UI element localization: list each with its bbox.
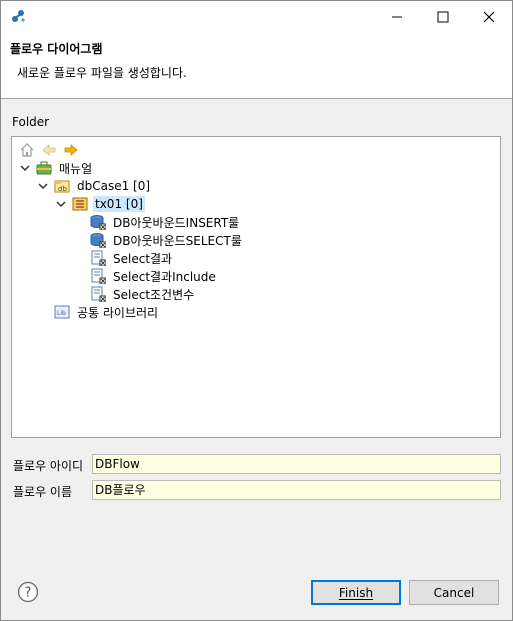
tree-node-manual[interactable]: 매뉴얼 (18, 159, 94, 177)
tree-node-label: 공통 라이브러리 (77, 305, 159, 320)
tree-node-db-select-rule[interactable]: DB아웃바운드SELECT룰 (90, 231, 244, 249)
tree-node-label: tx01 [0] (93, 196, 145, 212)
minimize-icon (392, 16, 402, 17)
dialog-message: 새로운 플로우 파일을 생성합니다. (17, 66, 187, 80)
cancel-button-label: Cancel (433, 585, 475, 600)
flow-name-label: 플로우 이름 (13, 485, 73, 499)
document-icon (90, 286, 106, 302)
document-icon (90, 268, 106, 284)
tree-node-label: Select결과 (113, 251, 173, 266)
svg-text:db: db (58, 185, 67, 193)
maximize-button[interactable] (420, 1, 466, 32)
close-button[interactable] (466, 1, 512, 32)
transaction-icon (72, 196, 88, 212)
dialog-title: 플로우 다이어그램 (10, 42, 103, 56)
chevron-down-icon[interactable] (36, 179, 50, 193)
home-button[interactable] (18, 141, 36, 159)
database-icon (90, 214, 106, 230)
svg-text:Lib: Lib (57, 310, 66, 317)
help-icon[interactable]: ? (17, 581, 39, 603)
flow-id-input[interactable]: DBFlow (92, 454, 501, 474)
tree-node-select-result-include[interactable]: Select결과Include (90, 267, 218, 285)
app-icon (12, 10, 25, 22)
dialog-header: 플로우 다이어그램 새로운 플로우 파일을 생성합니다. (1, 32, 512, 99)
flow-name-input[interactable]: DB플로우 (92, 480, 501, 500)
tree-node-label: DB아웃바운드SELECT룰 (113, 233, 242, 248)
dialog-window: 플로우 다이어그램 새로운 플로우 파일을 생성합니다. Folder 매뉴얼 … (0, 0, 513, 621)
tree-node-label: 매뉴얼 (59, 161, 93, 176)
tree-toolbar (18, 141, 80, 159)
title-bar (1, 1, 512, 32)
tree-node-label: dbCase1 [0] (77, 179, 151, 193)
back-button[interactable] (40, 141, 58, 159)
cancel-button[interactable]: Cancel (409, 580, 499, 605)
close-icon (483, 11, 495, 22)
folder-label: Folder (12, 115, 50, 129)
tree-node-select-condition-vars[interactable]: Select조건변수 (90, 285, 196, 303)
svg-text:?: ? (25, 586, 32, 601)
package-icon: db (54, 178, 70, 194)
tree-node-label: DB아웃바운드INSERT룰 (113, 215, 240, 230)
tree-node-select-result[interactable]: Select결과 (90, 249, 174, 267)
chevron-down-icon[interactable] (18, 161, 32, 175)
document-icon (90, 250, 106, 266)
chevron-down-icon[interactable] (54, 197, 68, 211)
tree-node-db-insert-rule[interactable]: DB아웃바운드INSERT룰 (90, 213, 241, 231)
finish-button[interactable]: Finish (311, 580, 401, 605)
minimize-button[interactable] (374, 1, 420, 32)
tree-node-dbcase1[interactable]: db dbCase1 [0] (36, 177, 152, 195)
database-icon (90, 232, 106, 248)
tree-node-label: Select조건변수 (113, 287, 195, 302)
library-icon: Lib (54, 304, 70, 320)
tree-node-tx01[interactable]: tx01 [0] (54, 195, 145, 213)
maximize-icon (437, 11, 449, 22)
tree-node-common-library[interactable]: Lib 공통 라이브러리 (54, 303, 160, 321)
forward-button[interactable] (62, 141, 80, 159)
back-arrow-icon (42, 144, 56, 156)
briefcase-icon (36, 160, 52, 176)
home-icon (20, 143, 34, 157)
finish-button-label: Finish (338, 585, 374, 600)
folder-tree[interactable]: 매뉴얼 db dbCase1 [0] tx01 [0] DB아웃바운드INSER… (11, 136, 501, 438)
forward-arrow-icon (64, 144, 78, 156)
tree-node-label: Select결과Include (113, 269, 216, 284)
flow-id-label: 플로우 아이디 (13, 459, 84, 473)
